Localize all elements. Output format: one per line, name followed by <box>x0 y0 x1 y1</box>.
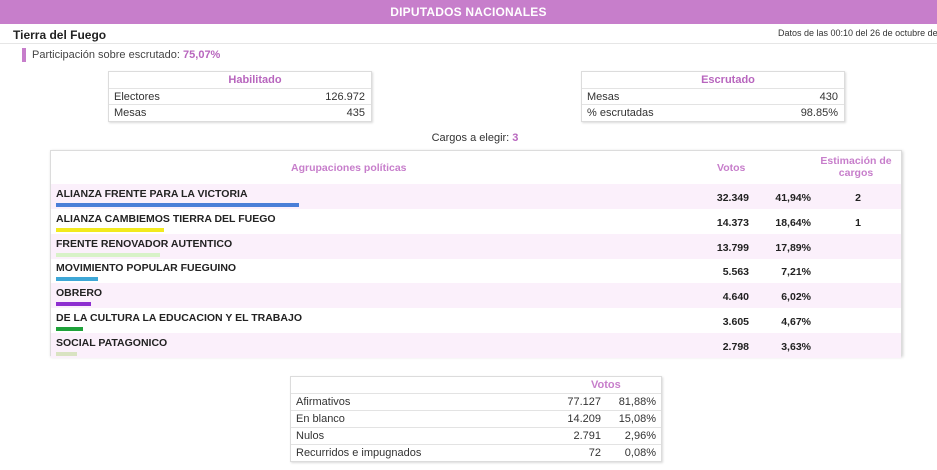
escrutado-title: Escrutado <box>701 74 755 86</box>
party-percentage: 6,02% <box>781 291 811 304</box>
party-votes: 4.640 <box>722 291 749 304</box>
party-votes: 5.563 <box>722 266 749 279</box>
escrutado-value: 98.85% <box>800 107 838 119</box>
table-row: Afirmativos 77.127 81,88% <box>291 393 661 410</box>
table-row: Nulos 2.791 2,96% <box>291 427 661 444</box>
habilitado-value: 126.972 <box>325 91 365 103</box>
participation-summary: Participación sobre escrutado: 75,07% <box>22 48 220 62</box>
column-header-seats: Estimación de cargos <box>820 155 892 179</box>
party-votes: 32.349 <box>716 192 749 204</box>
escrutado-label: Mesas <box>587 91 620 103</box>
participation-accent-bar <box>22 48 26 62</box>
vote-type-label: Recurridos e impugnados <box>296 447 422 459</box>
table-row: SOCIAL PATAGONICO 2.798 3,63% <box>51 332 901 358</box>
table-row: ALIANZA CAMBIEMOS TIERRA DEL FUEGO 14.373… <box>51 209 901 234</box>
vote-percentage: 0,08% <box>624 447 656 459</box>
party-seats: 2 <box>855 192 861 204</box>
party-name: FRENTE RENOVADOR AUTENTICO <box>56 237 233 250</box>
party-percentage: 7,21% <box>781 266 811 279</box>
participation-value: 75,07% <box>183 49 221 61</box>
cargos-value: 3 <box>512 132 519 144</box>
vote-percentage: 15,08% <box>618 413 656 425</box>
party-percentage: 18,64% <box>775 216 811 229</box>
results-table: Agrupaciones políticas Votos Estimación … <box>50 150 902 358</box>
vote-count: 14.209 <box>567 413 601 425</box>
party-share-bar <box>56 351 77 356</box>
party-name: OBRERO <box>56 287 103 300</box>
party-share-bar <box>56 302 91 307</box>
cargos-summary: Cargos a elegir: 3 <box>0 132 937 144</box>
habilitado-title: Habilitado <box>228 74 282 86</box>
party-name: ALIANZA FRENTE PARA LA VICTORIA <box>56 188 248 200</box>
escrutado-table: Escrutado Mesas 430 % escrutadas 98.85% <box>581 71 845 122</box>
party-share-bar <box>56 252 160 257</box>
vote-type-label: En blanco <box>296 413 345 425</box>
party-percentage: 3,63% <box>781 340 811 353</box>
table-row: Mesas 435 <box>109 104 371 120</box>
table-row: ALIANZA FRENTE PARA LA VICTORIA 32.349 41,… <box>51 184 901 209</box>
party-percentage: 41,94% <box>775 192 811 204</box>
habilitado-label: Electores <box>114 91 160 103</box>
table-row: En blanco 14.209 15,08% <box>291 410 661 427</box>
table-row: OBRERO 4.640 6,02% <box>51 283 901 309</box>
party-seats: 1 <box>855 216 861 229</box>
party-name: ALIANZA CAMBIEMOS TIERRA DEL FUEGO <box>56 212 276 225</box>
table-row: Recurridos e impugnados 72 0,08% <box>291 444 661 461</box>
district-name: Tierra del Fuego <box>13 28 107 42</box>
column-header-groups: Agrupaciones políticas <box>291 162 407 174</box>
cargos-label: Cargos a elegir: <box>431 132 510 144</box>
table-row: % escrutadas 98.85% <box>582 104 844 120</box>
vote-type-label: Nulos <box>296 430 325 442</box>
party-name: DE LA CULTURA LA EDUCACION Y EL TRABAJO <box>56 312 302 324</box>
table-row: MOVIMIENTO POPULAR FUEGUINO 5.563 7,21% <box>51 258 901 283</box>
vote-percentage: 2,96% <box>624 430 656 442</box>
party-share-bar <box>56 327 83 331</box>
party-votes: 2.798 <box>722 340 749 353</box>
participation-label: Participación sobre escrutado: <box>32 49 180 61</box>
party-share-bar <box>56 203 299 207</box>
vote-type-label: Afirmativos <box>296 396 351 408</box>
vote-count: 72 <box>588 447 601 459</box>
escrutado-label: % escrutadas <box>587 107 654 119</box>
escrutado-value: 430 <box>819 91 838 103</box>
habilitado-label: Mesas <box>114 107 147 119</box>
table-row: Mesas 430 <box>582 88 844 104</box>
vote-count: 2.791 <box>573 430 601 442</box>
page-title-bar: DIPUTADOS NACIONALES <box>0 0 937 24</box>
party-votes: 3.605 <box>722 316 749 328</box>
table-row: FRENTE RENOVADOR AUTENTICO 13.799 17,89% <box>51 233 901 259</box>
party-percentage: 4,67% <box>781 316 811 328</box>
data-timestamp: Datos de las 00:10 del 26 de octubre de … <box>778 28 937 38</box>
party-name: SOCIAL PATAGONICO <box>56 336 168 349</box>
vote-percentage: 81,88% <box>618 396 656 408</box>
page-title: DIPUTADOS NACIONALES <box>390 5 547 19</box>
votes-summary-table: Votos Afirmativos 77.127 81,88% En blanc… <box>290 376 662 462</box>
party-share-bar <box>56 277 98 282</box>
district-header: Tierra del Fuego Datos de las 00:10 del … <box>0 24 937 44</box>
habilitado-value: 435 <box>346 107 365 119</box>
vote-count: 77.127 <box>567 396 601 408</box>
table-row: DE LA CULTURA LA EDUCACION Y EL TRABAJO 3… <box>51 308 901 333</box>
table-row: Electores 126.972 <box>109 88 371 104</box>
results-header: Agrupaciones políticas Votos Estimación … <box>51 151 901 184</box>
party-name: MOVIMIENTO POPULAR FUEGUINO <box>56 262 237 275</box>
party-votes: 14.373 <box>716 216 749 229</box>
column-header-votes: Votos <box>717 162 746 174</box>
party-share-bar <box>56 227 164 232</box>
habilitado-table: Habilitado Electores 126.972 Mesas 435 <box>108 71 372 122</box>
votes-summary-title: Votos <box>591 379 621 391</box>
party-votes: 13.799 <box>716 241 749 254</box>
party-percentage: 17,89% <box>775 241 811 254</box>
